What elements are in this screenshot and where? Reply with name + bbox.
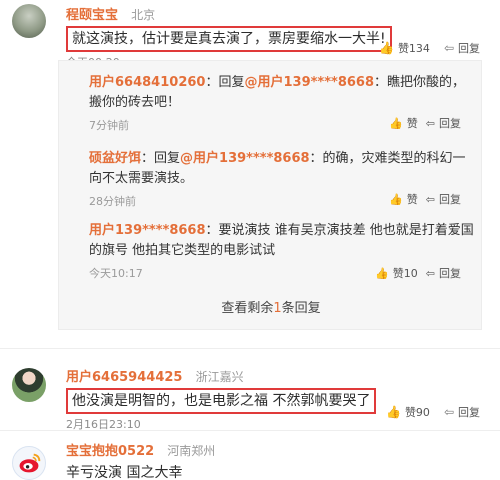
reply-prefix: ： [205,223,219,238]
reply-actions: 👍 赞10 ⇦ 回复 [375,265,461,281]
like-button[interactable]: 赞 [407,115,418,131]
reply-button[interactable]: 回复 [458,40,480,56]
reply-username[interactable]: 用户6648410260 [89,75,205,90]
thumbs-up-icon[interactable]: 👍 [386,405,401,419]
comment-actions: 👍 赞90 ⇦ 回复 [386,404,480,420]
reply-prefix: ：回复 [205,75,245,90]
reply-arrow-icon[interactable]: ⇦ [444,41,454,55]
avatar[interactable] [12,4,46,38]
divider [0,430,500,431]
comment-username[interactable]: 程颐宝宝 [66,8,118,23]
weibo-logo-icon [19,453,41,473]
reply-mention[interactable]: @用户139****8668 [180,151,310,166]
thumbs-up-icon[interactable]: 👍 [389,193,403,206]
view-more-replies-link[interactable]: 查看剩余1条回复 [59,297,483,316]
reply-arrow-icon[interactable]: ⇦ [444,405,454,419]
comment-header: 用户6465944425 浙江嘉兴 [66,366,486,385]
comment-location: 北京 [131,8,156,22]
more-text-before: 查看剩余 [221,301,274,316]
reply-text: 用户6648410260：回复@用户139****8668：瞧把你酸的，搬你的砖… [89,73,475,113]
reply-button[interactable]: 回复 [439,191,461,207]
avatar[interactable] [12,368,46,402]
more-text-after: 条回复 [281,301,321,316]
reply-arrow-icon[interactable]: ⇦ [426,267,435,280]
like-button[interactable]: 赞 [407,191,418,207]
reply-actions: 👍 赞 ⇦ 回复 [389,115,461,131]
thumbs-up-icon[interactable]: 👍 [379,41,394,55]
comment-header: 程颐宝宝 北京 [66,4,486,23]
reply-actions: 👍 赞 ⇦ 回复 [389,191,461,207]
reply-text: 硕盆好饵：回复@用户139****8668：的确，灾难类型的科幻一向不太需要演技… [89,149,475,189]
like-count[interactable]: 赞90 [405,404,430,420]
comment-location: 河南郑州 [167,444,216,458]
reply-prefix: ：回复 [141,151,181,166]
comment-header: 宝宝抱抱0522 河南郑州 [66,440,486,459]
comment-actions: 👍 赞134 ⇦ 回复 [379,40,480,56]
reply-arrow-icon[interactable]: ⇦ [426,193,435,206]
comment-location: 浙江嘉兴 [195,370,244,384]
reply-button[interactable]: 回复 [439,265,461,281]
reply-button[interactable]: 回复 [458,404,480,420]
more-count: 1 [273,301,282,316]
comment-text: 他没演是明智的，也是电影之福 不然郭帆要哭了 [66,388,377,414]
reply-username[interactable]: 硕盆好饵 [89,151,141,166]
replies-panel: 用户6648410260：回复@用户139****8668：瞧把你酸的，搬你的砖… [58,60,482,330]
like-count[interactable]: 赞134 [398,40,430,56]
divider [0,348,500,349]
avatar[interactable] [12,446,46,480]
comment-item: 用户6465944425 浙江嘉兴 他没演是明智的，也是电影之福 不然郭帆要哭了… [66,366,486,432]
reply-username[interactable]: 用户139****8668 [89,223,206,238]
comment-text: 就这演技，估计要是真去演了，票房要缩水一大半! [66,26,392,52]
thumbs-up-icon[interactable]: 👍 [389,117,403,130]
reply-arrow-icon[interactable]: ⇦ [426,117,435,130]
comment-username[interactable]: 用户6465944425 [66,370,182,385]
reply-mention[interactable]: @用户139****8668 [244,75,374,90]
comment-item: 宝宝抱抱0522 河南郑州 辛亏没演 国之大幸 [66,440,486,480]
comment-text: 辛亏没演 国之大幸 [66,465,183,480]
comment-username[interactable]: 宝宝抱抱0522 [66,444,154,459]
like-count[interactable]: 赞10 [393,265,418,281]
reply-text: 用户139****8668：要说演技 谁有吴京演技差 他也就是打着爱国的旗号 他… [89,221,475,261]
thumbs-up-icon[interactable]: 👍 [375,267,389,280]
reply-button[interactable]: 回复 [439,115,461,131]
